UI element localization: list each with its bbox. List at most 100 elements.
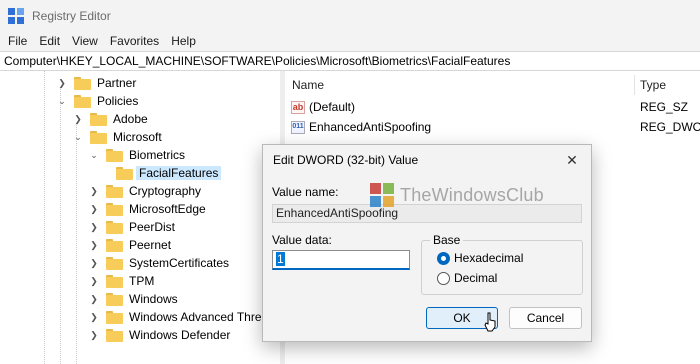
tree-node[interactable]: ❯ MicrosoftEdge <box>88 200 206 218</box>
chevron-right-icon[interactable]: ❯ <box>88 329 100 341</box>
tree-node-label: TPM <box>129 274 155 288</box>
chevron-down-icon[interactable]: ⌄ <box>72 131 84 143</box>
value-row[interactable]: ab (Default) REG_SZ <box>285 97 700 117</box>
value-name: EnhancedAntiSpoofing <box>309 120 432 134</box>
close-icon[interactable]: ✕ <box>561 149 583 171</box>
thewindowsclub-logo-icon <box>370 183 394 207</box>
chevron-right-icon[interactable]: ❯ <box>88 275 100 287</box>
window-title: Registry Editor <box>32 8 111 23</box>
folder-icon <box>106 184 123 198</box>
tree-guide-line <box>44 71 45 364</box>
value-row[interactable]: 011 EnhancedAntiSpoofing REG_DWOR <box>285 117 700 137</box>
chevron-right-icon[interactable]: ❯ <box>88 293 100 305</box>
folder-icon <box>106 220 123 234</box>
folder-icon <box>106 202 123 216</box>
value-name-label: Value name: <box>272 185 339 199</box>
dialog-title: Edit DWORD (32-bit) Value <box>273 153 419 167</box>
folder-icon <box>90 112 107 126</box>
cancel-button[interactable]: Cancel <box>509 307 582 329</box>
watermark: TheWindowsClub <box>370 183 544 207</box>
registry-tree[interactable]: ❯ Partner ⌄ Policies ❯ Adobe ⌄ Microsoft… <box>0 71 280 364</box>
chevron-right-icon[interactable]: ❯ <box>88 203 100 215</box>
folder-icon <box>74 76 91 90</box>
tree-node-label: Microsoft <box>113 130 162 144</box>
tree-node-label: MicrosoftEdge <box>129 202 206 216</box>
folder-icon <box>106 256 123 270</box>
dword-value-icon: 011 <box>291 120 305 134</box>
tree-node-selected[interactable]: FacialFeatures <box>116 164 222 182</box>
tree-node[interactable]: ⌄ Policies <box>56 92 138 110</box>
tree-node-label: Cryptography <box>129 184 202 198</box>
tree-node[interactable]: ❯ Windows <box>88 290 178 308</box>
menu-view[interactable]: View <box>66 34 104 48</box>
folder-icon <box>106 292 123 306</box>
column-header-type[interactable]: Type <box>640 71 666 99</box>
menu-favorites[interactable]: Favorites <box>104 34 165 48</box>
value-data-label: Value data: <box>272 233 332 247</box>
value-data-text: 1 <box>276 252 285 266</box>
edit-dword-dialog: Edit DWORD (32-bit) Value ✕ Value name: … <box>262 144 592 342</box>
tree-node[interactable]: ❯ Adobe <box>72 110 148 128</box>
folder-icon <box>90 130 107 144</box>
address-bar[interactable]: Computer\HKEY_LOCAL_MACHINE\SOFTWARE\Pol… <box>0 51 700 71</box>
chevron-right-icon[interactable]: ❯ <box>56 77 68 89</box>
tree-node-label: PeerDist <box>129 220 176 234</box>
tree-node[interactable]: ❯ Partner <box>56 74 136 92</box>
folder-icon <box>74 94 91 108</box>
tree-node[interactable]: ❯ PeerDist <box>88 218 175 236</box>
column-divider[interactable] <box>634 75 635 95</box>
hexadecimal-label: Hexadecimal <box>454 251 524 265</box>
folder-icon <box>106 238 123 252</box>
value-type: REG_DWOR <box>640 120 700 134</box>
folder-icon <box>116 166 133 180</box>
registry-editor-app-icon <box>8 7 24 24</box>
tree-node[interactable]: ❯ SystemCertificates <box>88 254 229 272</box>
hexadecimal-radio[interactable]: Hexadecimal <box>437 251 523 265</box>
chevron-right-icon[interactable]: ❯ <box>88 257 100 269</box>
radio-unselected-icon[interactable] <box>437 271 450 285</box>
tree-node[interactable]: ❯ TPM <box>88 272 154 290</box>
menu-edit[interactable]: Edit <box>33 34 66 48</box>
chevron-down-icon[interactable]: ⌄ <box>88 149 100 161</box>
value-type: REG_SZ <box>640 100 689 114</box>
menu-bar: File Edit View Favorites Help <box>0 31 700 51</box>
title-bar: Registry Editor <box>0 0 700 31</box>
tree-node-label: Policies <box>97 94 139 108</box>
value-data-input[interactable]: 1 <box>272 250 410 270</box>
chevron-down-icon[interactable]: ⌄ <box>56 95 68 107</box>
menu-help[interactable]: Help <box>165 34 202 48</box>
column-header-name[interactable]: Name <box>292 71 324 99</box>
tree-node-label: SystemCertificates <box>129 256 230 270</box>
tree-node-label: Windows Advanced Threa <box>129 310 269 324</box>
radio-selected-icon[interactable] <box>437 251 450 265</box>
tree-node[interactable]: ❯ Windows Defender <box>88 326 230 344</box>
menu-file[interactable]: File <box>0 34 33 48</box>
tree-node[interactable]: ⌄ Biometrics <box>88 146 185 164</box>
tree-node-label: Adobe <box>113 112 148 126</box>
tree-node-label: Partner <box>97 76 137 90</box>
base-group-label: Base <box>430 233 464 247</box>
tree-node[interactable]: ❯ Windows Advanced Threa <box>88 308 268 326</box>
decimal-radio[interactable]: Decimal <box>437 271 497 285</box>
tree-node[interactable]: ⌄ Microsoft <box>72 128 162 146</box>
mouse-cursor-icon <box>484 312 496 332</box>
tree-node-label: Windows Defender <box>129 328 231 342</box>
value-name: (Default) <box>309 100 356 114</box>
tree-node[interactable]: ❯ Peernet <box>88 236 171 254</box>
tree-guide-line <box>60 89 61 364</box>
tree-guide-line <box>76 125 77 364</box>
folder-icon <box>106 310 123 324</box>
folder-icon <box>106 148 123 162</box>
chevron-right-icon[interactable]: ❯ <box>88 311 100 323</box>
tree-node-label: Windows <box>129 292 178 306</box>
watermark-text: TheWindowsClub <box>400 184 544 205</box>
tree-node-label: FacialFeatures <box>136 166 222 180</box>
folder-icon <box>106 328 123 342</box>
chevron-right-icon[interactable]: ❯ <box>72 113 84 125</box>
chevron-right-icon[interactable]: ❯ <box>88 239 100 251</box>
tree-node[interactable]: ❯ Cryptography <box>88 182 201 200</box>
string-value-icon: ab <box>291 100 305 114</box>
chevron-right-icon[interactable]: ❯ <box>88 185 100 197</box>
base-group <box>421 240 583 295</box>
chevron-right-icon[interactable]: ❯ <box>88 221 100 233</box>
